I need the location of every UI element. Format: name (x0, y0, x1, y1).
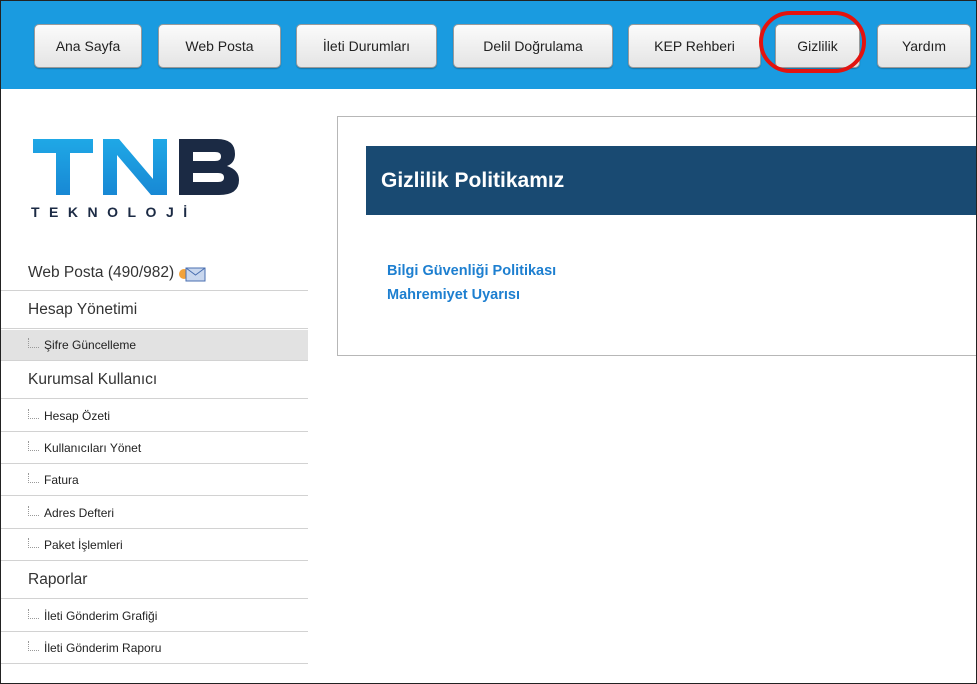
tree-line-icon (28, 505, 39, 516)
nav-web-posta-button[interactable]: Web Posta (158, 24, 281, 68)
nav-delil-dogrulama-button[interactable]: Delil Doğrulama (453, 24, 613, 68)
sidebar-item-raporlar[interactable]: Raporlar (1, 562, 308, 599)
sidebar-item-adres-defteri[interactable]: Adres Defteri (1, 497, 308, 529)
sidebar-item-label: Paket İşlemleri (44, 538, 123, 552)
sidebar-item-hesap-ozeti[interactable]: Hesap Özeti (1, 400, 308, 432)
nav-ileti-durumlari-button[interactable]: İleti Durumları (296, 24, 437, 68)
sidebar-item-label: Adres Defteri (44, 505, 115, 520)
gizlilik-highlight-circle (759, 11, 866, 73)
tree-line-icon (28, 473, 39, 483)
sidebar-item-label: Şifre Güncelleme (44, 338, 137, 352)
tree-line-icon (28, 338, 39, 348)
sidebar-item-ileti-gonderim-raporu[interactable]: İleti Gönderim Raporu (1, 633, 308, 664)
tree-line-icon (28, 408, 39, 419)
tree-line-icon (28, 538, 39, 548)
browser-frame: Ana Sayfa Web Posta İleti Durumları Deli… (0, 0, 977, 684)
sidebar-item-label: Web Posta (490/982) (28, 264, 175, 281)
sidebar-item-sifre-guncelleme[interactable]: Şifre Güncelleme (1, 330, 308, 361)
sidebar-item-label: Hesap Özeti (44, 408, 111, 423)
sidebar-item-label: İleti Gönderim Grafiği (44, 608, 158, 623)
logo-subtitle: TEKNOLOJİ (31, 204, 197, 220)
sidebar-item-label: Fatura (44, 473, 79, 487)
sidebar-item-hesap-yonetimi[interactable]: Hesap Yönetimi (1, 292, 308, 329)
sidebar-item-label: İleti Gönderim Raporu (44, 641, 162, 655)
tree-line-icon (28, 641, 39, 651)
tree-line-icon (28, 608, 39, 619)
sidebar-item-kurumsal-kullanici[interactable]: Kurumsal Kullanıcı (1, 362, 308, 399)
sidebar-item-kullanicilari-yonet[interactable]: Kullanıcıları Yönet (1, 433, 308, 464)
sidebar-item-label: Kullanıcıları Yönet (44, 441, 142, 455)
nav-kep-rehberi-button[interactable]: KEP Rehberi (628, 24, 761, 68)
sidebar-item-web-posta[interactable]: Web Posta (490/982) (1, 256, 308, 291)
nav-ana-sayfa-button[interactable]: Ana Sayfa (34, 24, 142, 68)
sidebar-item-fatura[interactable]: Fatura (1, 465, 308, 496)
top-navigation-bar: Ana Sayfa Web Posta İleti Durumları Deli… (1, 1, 976, 89)
bilgi-guvenligi-politikasi-link[interactable]: Bilgi Güvenliği Politikası (387, 263, 556, 279)
nav-yardim-button[interactable]: Yardım (877, 24, 971, 68)
page-title: Gizlilik Politikamız (366, 146, 976, 215)
sidebar-item-paket-islemleri[interactable]: Paket İşlemleri (1, 530, 308, 561)
sidebar-item-ileti-gonderim-grafigi[interactable]: İleti Gönderim Grafiği (1, 600, 308, 632)
tree-line-icon (28, 441, 39, 451)
mail-icon (179, 267, 206, 282)
mahremiyet-uyarisi-link[interactable]: Mahremiyet Uyarısı (387, 287, 520, 303)
